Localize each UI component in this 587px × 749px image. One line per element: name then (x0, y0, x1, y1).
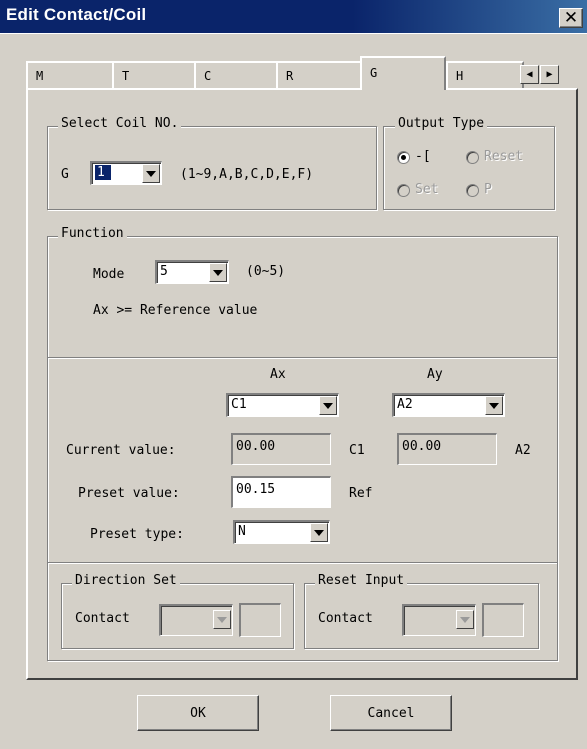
direction-contact-select[interactable] (159, 604, 233, 636)
preset-value-input[interactable]: 00.15 (231, 476, 331, 508)
ax-value: C1 (231, 397, 247, 412)
coil-range-hint: (1~9,A,B,C,D,E,F) (180, 167, 314, 182)
tab-c[interactable]: C (194, 61, 278, 89)
function-description: Ax >= Reference value (93, 303, 258, 318)
close-icon: ✕ (563, 7, 579, 28)
dropdown-button[interactable] (213, 610, 231, 629)
coil-number-value: 1 (94, 164, 112, 181)
ax-header: Ax (270, 367, 286, 382)
function-legend: Function (58, 226, 127, 241)
tab-h[interactable]: H (446, 61, 524, 89)
output-radio-normal[interactable] (397, 151, 410, 164)
chevron-down-icon (217, 616, 227, 623)
dropdown-button[interactable] (142, 164, 160, 183)
arrow-left-icon: ◀ (526, 69, 533, 80)
divider (48, 562, 557, 564)
window-title: Edit Contact/Coil (6, 5, 147, 24)
arrow-right-icon: ▶ (546, 69, 553, 80)
ay-header: Ay (427, 367, 443, 382)
output-type-legend: Output Type (395, 116, 488, 131)
ax-select[interactable]: C1 (226, 393, 339, 417)
reset-contact-label: Contact (318, 611, 373, 626)
tab-r[interactable]: R (276, 61, 362, 89)
mode-select[interactable]: 5 (155, 260, 229, 284)
dropdown-button[interactable] (209, 263, 227, 282)
reset-contact-index[interactable] (482, 603, 524, 637)
tab-scroll-left-button[interactable]: ◀ (520, 65, 539, 84)
chevron-down-icon (460, 616, 470, 623)
output-radio-reset-label: Reset (484, 149, 524, 164)
chevron-down-icon (146, 170, 156, 177)
chevron-down-icon (323, 402, 333, 409)
close-button[interactable]: ✕ (559, 8, 583, 28)
current-ax-field: 00.00 (231, 433, 331, 465)
tab-label: H (456, 69, 464, 83)
tab-g[interactable]: G (360, 56, 446, 90)
dropdown-button[interactable] (456, 610, 474, 629)
cancel-button[interactable]: Cancel (330, 695, 452, 731)
tab-label: M (36, 69, 44, 83)
preset-type-label: Preset type: (90, 527, 184, 542)
current-ay-field: 00.00 (397, 433, 497, 465)
coil-number-select[interactable]: 1 (90, 161, 162, 185)
tab-scroll-right-button[interactable]: ▶ (540, 65, 559, 84)
direction-contact-index[interactable] (239, 603, 281, 637)
ok-button[interactable]: OK (137, 695, 259, 731)
mode-range-hint: (0~5) (246, 264, 286, 279)
tab-label: G (370, 66, 378, 80)
output-radio-p[interactable] (466, 184, 479, 197)
output-radio-set-label: Set (415, 182, 439, 197)
tab-label: C (204, 69, 212, 83)
direction-set-legend: Direction Set (72, 573, 180, 588)
dropdown-button[interactable] (319, 396, 337, 415)
tab-label: R (286, 69, 294, 83)
divider (48, 357, 557, 359)
reset-contact-select[interactable] (402, 604, 476, 636)
chevron-down-icon (489, 402, 499, 409)
output-radio-set[interactable] (397, 184, 410, 197)
mode-value: 5 (160, 264, 168, 279)
select-coil-legend: Select Coil NO. (58, 116, 182, 131)
chevron-down-icon (213, 269, 223, 276)
dropdown-button[interactable] (485, 396, 503, 415)
preset-type-value: N (238, 524, 246, 539)
current-value-label: Current value: (66, 443, 176, 458)
ay-value: A2 (397, 397, 413, 412)
dropdown-button[interactable] (310, 523, 328, 542)
output-type-group (383, 126, 555, 210)
tab-m[interactable]: M (26, 61, 114, 89)
preset-type-select[interactable]: N (233, 520, 330, 544)
current-ax-unit: C1 (349, 443, 365, 458)
output-radio-reset[interactable] (466, 151, 479, 164)
preset-value-label: Preset value: (78, 486, 180, 501)
tab-label: T (122, 69, 130, 83)
chevron-down-icon (314, 529, 324, 536)
output-radio-normal-label: -[ (415, 149, 431, 164)
output-radio-p-label: P (484, 182, 492, 197)
current-ay-unit: A2 (515, 443, 531, 458)
coil-prefix-label: G (61, 167, 69, 182)
ay-select[interactable]: A2 (392, 393, 505, 417)
reset-input-legend: Reset Input (315, 573, 408, 588)
tab-t[interactable]: T (112, 61, 196, 89)
mode-label: Mode (93, 267, 125, 282)
preset-unit: Ref (349, 486, 373, 501)
direction-contact-label: Contact (75, 611, 130, 626)
